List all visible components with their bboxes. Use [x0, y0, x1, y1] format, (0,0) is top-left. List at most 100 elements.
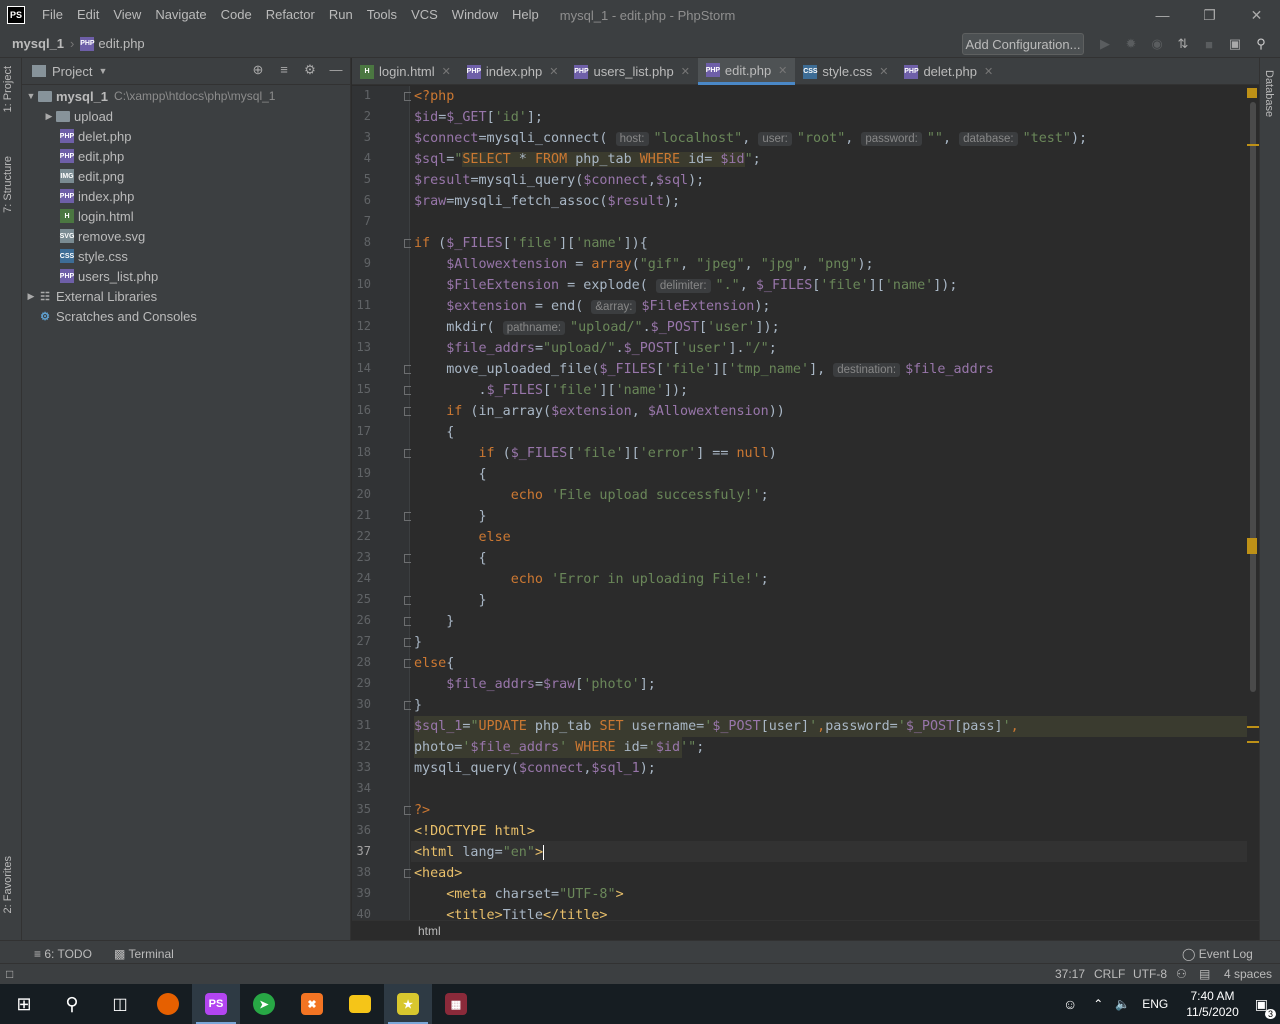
editor-scrollbar[interactable] — [1247, 86, 1259, 920]
tree-item-index-php[interactable]: PHP index.php — [60, 186, 135, 206]
close-icon[interactable]: ✕ — [442, 65, 451, 78]
tree-external-libraries[interactable]: ▶ ☷ External Libraries — [24, 286, 158, 306]
close-icon[interactable]: ✕ — [778, 64, 787, 77]
indent-setting[interactable]: 4 spaces — [1224, 967, 1272, 981]
error-stripe-mark[interactable] — [1247, 144, 1259, 146]
people-icon[interactable]: ☺ — [1063, 996, 1077, 1012]
layout-icon[interactable]: □ — [6, 967, 13, 981]
tree-item-edit-png[interactable]: IMG edit.png — [60, 166, 124, 186]
input-language[interactable]: ENG — [1142, 997, 1168, 1011]
code-line: $sql="SELECT * FROM php_tab WHERE id= $i… — [414, 152, 761, 167]
tab-style-css[interactable]: CSS style.css ✕ — [795, 58, 896, 85]
winrar-taskbar-button[interactable]: ▦ — [432, 984, 480, 1024]
notification-icon[interactable]: ▣ 3 — [1255, 996, 1276, 1019]
close-icon[interactable]: ✕ — [984, 65, 993, 78]
tree-item-upload[interactable]: ▶ upload — [42, 106, 114, 126]
run-icon[interactable]: ▶ — [1094, 33, 1116, 55]
tree-item-login-html[interactable]: Hlogin.html — [60, 206, 134, 226]
file-encoding[interactable]: UTF-8 — [1133, 967, 1167, 981]
menu-tools[interactable]: Tools — [360, 0, 404, 30]
gear-icon[interactable]: ⚙ — [302, 62, 318, 78]
search-button[interactable]: ⚲ — [48, 984, 96, 1024]
menu-window[interactable]: Window — [445, 0, 505, 30]
tab-delet-php[interactable]: PHP delet.php ✕ — [896, 58, 1001, 85]
tab-index-php[interactable]: PHP index.php ✕ — [459, 58, 567, 85]
xampp-taskbar-button[interactable]: ✖ — [288, 984, 336, 1024]
breadcrumb-project[interactable]: mysql_1 — [12, 36, 64, 51]
error-stripe-mark[interactable] — [1247, 538, 1257, 554]
phpstorm-taskbar-button[interactable]: PS — [192, 984, 240, 1024]
lock-icon[interactable]: ⚇ — [1176, 967, 1187, 981]
scrollbar-thumb[interactable] — [1250, 102, 1256, 692]
start-button[interactable]: ⊞ — [0, 984, 48, 1024]
todo-tool-tab[interactable]: ≡ 6: TODO — [34, 947, 92, 961]
code-line: $file_addrs="upload/".$_POST['user']."/"… — [446, 341, 777, 356]
tree-item-delet-php[interactable]: PHP delet.php — [60, 126, 132, 146]
menu-file[interactable]: File — [35, 0, 70, 30]
line-number: 38 — [356, 865, 371, 879]
menu-refactor[interactable]: Refactor — [259, 0, 322, 30]
close-icon[interactable]: ✕ — [549, 65, 558, 78]
error-stripe-mark[interactable] — [1247, 726, 1259, 728]
warning-indicator-icon[interactable] — [1247, 88, 1257, 98]
telegram-taskbar-button[interactable]: ➤ — [240, 984, 288, 1024]
hide-icon[interactable]: — — [328, 62, 344, 78]
file-explorer-taskbar-button[interactable] — [336, 984, 384, 1024]
library-icon: ☷ — [40, 290, 50, 303]
stop-icon[interactable]: ■ — [1198, 33, 1220, 55]
firefox-taskbar-button[interactable] — [144, 984, 192, 1024]
tree-item-remove-svg[interactable]: SVG remove.svg — [60, 226, 146, 246]
code-editor[interactable]: <?php $id=$_GET['id']; $connect=mysqli_c… — [411, 86, 1247, 920]
favorites-tool-tab[interactable]: 2: Favorites — [2, 856, 14, 913]
close-icon[interactable]: ✕ — [681, 65, 690, 78]
code-line: } — [414, 698, 423, 713]
chevron-up-icon[interactable]: ⌃ — [1093, 997, 1103, 1011]
menu-code[interactable]: Code — [214, 0, 259, 30]
collapse-all-icon[interactable]: ≡ — [276, 62, 292, 78]
debug-icon[interactable]: ✹ — [1120, 33, 1142, 55]
chevron-down-icon[interactable]: ▼ — [98, 66, 107, 76]
tab-edit-php[interactable]: PHP edit.php ✕ — [697, 58, 796, 85]
project-structure-icon[interactable]: ▣ — [1224, 33, 1246, 55]
restore-icon[interactable]: ❐ — [1186, 0, 1233, 30]
code-breadcrumb-item[interactable]: html — [418, 924, 441, 938]
line-number: 10 — [356, 277, 371, 291]
project-panel-title[interactable]: Project — [52, 64, 92, 79]
project-tool-tab[interactable]: 1: Project — [2, 66, 14, 112]
task-view-button[interactable]: ◫ — [96, 984, 144, 1024]
coverage-icon[interactable]: ◉ — [1146, 33, 1168, 55]
menu-help[interactable]: Help — [505, 0, 546, 30]
app-taskbar-button[interactable]: ★ — [384, 984, 432, 1024]
tree-scratches[interactable]: ⚙ Scratches and Consoles — [38, 306, 197, 326]
tree-root[interactable]: ▼ mysql_1 C:\xampp\htdocs\php\mysql_1 — [24, 86, 276, 106]
menu-bar: File Edit View Navigate Code Refactor Ru… — [35, 0, 546, 30]
event-log-tool-tab[interactable]: ◯ Event Log — [1182, 947, 1253, 961]
tree-item-users-list-php[interactable]: PHP users_list.php — [60, 266, 158, 286]
volume-icon[interactable]: 🔈 — [1115, 997, 1130, 1011]
close-icon[interactable]: ✕ — [1233, 0, 1280, 30]
caret-position[interactable]: 37:17 — [1055, 967, 1085, 981]
tab-login-html[interactable]: Hlogin.html ✕ — [352, 58, 459, 85]
menu-run[interactable]: Run — [322, 0, 360, 30]
search-icon[interactable]: ⚲ — [1250, 33, 1272, 55]
menu-edit[interactable]: Edit — [70, 0, 106, 30]
clock[interactable]: 7:40 AM 11/5/2020 — [1186, 988, 1239, 1020]
close-icon[interactable]: ✕ — [879, 65, 888, 78]
minimize-icon[interactable]: — — [1139, 0, 1186, 30]
structure-tool-tab[interactable]: 7: Structure — [2, 156, 14, 213]
terminal-tool-tab[interactable]: ▩ Terminal — [114, 947, 174, 961]
add-configuration-button[interactable]: Add Configuration... — [962, 33, 1084, 55]
tree-item-style-css[interactable]: CSS style.css — [60, 246, 128, 266]
locate-icon[interactable]: ⊕ — [250, 62, 266, 78]
menu-navigate[interactable]: Navigate — [148, 0, 213, 30]
menu-view[interactable]: View — [106, 0, 148, 30]
breadcrumb-file[interactable]: edit.php — [98, 36, 144, 51]
tab-users-list-php[interactable]: PHP users_list.php ✕ — [566, 58, 697, 85]
error-stripe-mark[interactable] — [1247, 741, 1259, 743]
tree-item-edit-php[interactable]: PHP edit.php — [60, 146, 124, 166]
line-separator[interactable]: CRLF — [1094, 967, 1125, 981]
code-line: move_uploaded_file($_FILES['file']['tmp_… — [414, 362, 994, 377]
menu-vcs[interactable]: VCS — [404, 0, 445, 30]
database-tool-tab[interactable]: Database — [1263, 70, 1275, 117]
build-icon[interactable]: ⇅ — [1172, 33, 1194, 55]
